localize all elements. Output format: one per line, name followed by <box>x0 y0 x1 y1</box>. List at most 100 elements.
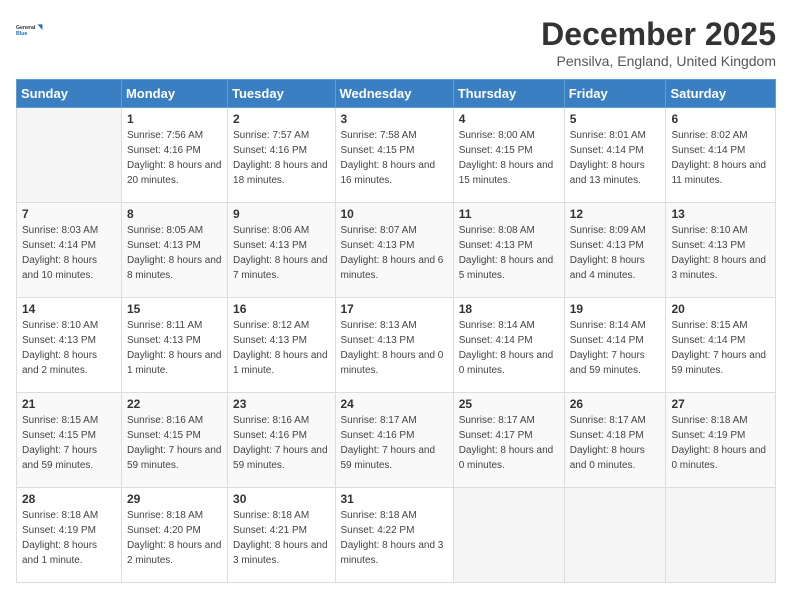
sunrise-text: Sunrise: 8:15 AM <box>671 320 747 331</box>
day-number: 2 <box>233 112 329 126</box>
day-info: Sunrise: 8:14 AM Sunset: 4:14 PM Dayligh… <box>570 318 661 378</box>
svg-text:Blue: Blue <box>16 31 27 37</box>
sunset-text: Sunset: 4:13 PM <box>341 335 415 346</box>
calendar-cell: 3 Sunrise: 7:58 AM Sunset: 4:15 PM Dayli… <box>335 108 453 203</box>
weekday-header-sunday: Sunday <box>17 80 122 108</box>
sunset-text: Sunset: 4:13 PM <box>570 240 644 251</box>
calendar-cell: 1 Sunrise: 7:56 AM Sunset: 4:16 PM Dayli… <box>121 108 227 203</box>
sunset-text: Sunset: 4:17 PM <box>459 430 533 441</box>
calendar-cell: 30 Sunrise: 8:18 AM Sunset: 4:21 PM Dayl… <box>228 488 335 583</box>
sunset-text: Sunset: 4:19 PM <box>671 430 745 441</box>
day-number: 27 <box>671 397 770 411</box>
sunset-text: Sunset: 4:15 PM <box>127 430 201 441</box>
day-number: 30 <box>233 492 329 506</box>
daylight-text: Daylight: 8 hours and 0 minutes. <box>341 350 444 376</box>
day-number: 9 <box>233 207 329 221</box>
sunrise-text: Sunrise: 8:15 AM <box>22 415 98 426</box>
weekday-header-wednesday: Wednesday <box>335 80 453 108</box>
daylight-text: Daylight: 8 hours and 15 minutes. <box>459 160 554 186</box>
calendar-cell: 17 Sunrise: 8:13 AM Sunset: 4:13 PM Dayl… <box>335 298 453 393</box>
daylight-text: Daylight: 8 hours and 11 minutes. <box>671 160 766 186</box>
daylight-text: Daylight: 7 hours and 59 minutes. <box>233 445 328 471</box>
daylight-text: Daylight: 7 hours and 59 minutes. <box>22 445 97 471</box>
sunrise-text: Sunrise: 8:18 AM <box>127 510 203 521</box>
daylight-text: Daylight: 8 hours and 20 minutes. <box>127 160 222 186</box>
sunset-text: Sunset: 4:21 PM <box>233 525 307 536</box>
sunset-text: Sunset: 4:14 PM <box>570 335 644 346</box>
day-number: 3 <box>341 112 448 126</box>
day-info: Sunrise: 8:03 AM Sunset: 4:14 PM Dayligh… <box>22 223 116 283</box>
sunrise-text: Sunrise: 8:07 AM <box>341 225 417 236</box>
day-info: Sunrise: 8:06 AM Sunset: 4:13 PM Dayligh… <box>233 223 329 283</box>
sunset-text: Sunset: 4:14 PM <box>459 335 533 346</box>
sunrise-text: Sunrise: 8:08 AM <box>459 225 535 236</box>
day-info: Sunrise: 8:11 AM Sunset: 4:13 PM Dayligh… <box>127 318 222 378</box>
day-info: Sunrise: 8:15 AM Sunset: 4:15 PM Dayligh… <box>22 413 116 473</box>
sunrise-text: Sunrise: 8:17 AM <box>341 415 417 426</box>
daylight-text: Daylight: 8 hours and 1 minute. <box>127 350 222 376</box>
sunrise-text: Sunrise: 8:10 AM <box>22 320 98 331</box>
day-info: Sunrise: 8:14 AM Sunset: 4:14 PM Dayligh… <box>459 318 559 378</box>
sunset-text: Sunset: 4:20 PM <box>127 525 201 536</box>
day-info: Sunrise: 8:18 AM Sunset: 4:21 PM Dayligh… <box>233 508 329 568</box>
daylight-text: Daylight: 8 hours and 2 minutes. <box>127 540 222 566</box>
sunset-text: Sunset: 4:13 PM <box>127 335 201 346</box>
daylight-text: Daylight: 8 hours and 13 minutes. <box>570 160 645 186</box>
daylight-text: Daylight: 8 hours and 0 minutes. <box>570 445 645 471</box>
sunrise-text: Sunrise: 8:13 AM <box>341 320 417 331</box>
day-number: 28 <box>22 492 116 506</box>
daylight-text: Daylight: 8 hours and 6 minutes. <box>341 255 444 281</box>
calendar-cell: 20 Sunrise: 8:15 AM Sunset: 4:14 PM Dayl… <box>666 298 776 393</box>
daylight-text: Daylight: 8 hours and 3 minutes. <box>233 540 328 566</box>
day-number: 6 <box>671 112 770 126</box>
day-number: 10 <box>341 207 448 221</box>
sunrise-text: Sunrise: 8:18 AM <box>671 415 747 426</box>
sunset-text: Sunset: 4:15 PM <box>341 145 415 156</box>
day-number: 19 <box>570 302 661 316</box>
sunrise-text: Sunrise: 8:18 AM <box>341 510 417 521</box>
sunset-text: Sunset: 4:13 PM <box>459 240 533 251</box>
day-number: 25 <box>459 397 559 411</box>
sunset-text: Sunset: 4:13 PM <box>233 335 307 346</box>
calendar-cell: 5 Sunrise: 8:01 AM Sunset: 4:14 PM Dayli… <box>564 108 666 203</box>
sunrise-text: Sunrise: 7:58 AM <box>341 130 417 141</box>
calendar-cell: 19 Sunrise: 8:14 AM Sunset: 4:14 PM Dayl… <box>564 298 666 393</box>
day-number: 8 <box>127 207 222 221</box>
daylight-text: Daylight: 8 hours and 0 minutes. <box>459 350 554 376</box>
weekday-header-saturday: Saturday <box>666 80 776 108</box>
sunrise-text: Sunrise: 8:18 AM <box>22 510 98 521</box>
daylight-text: Daylight: 7 hours and 59 minutes. <box>127 445 222 471</box>
day-number: 5 <box>570 112 661 126</box>
calendar-cell <box>453 488 564 583</box>
logo: GeneralBlue <box>16 16 44 44</box>
daylight-text: Daylight: 8 hours and 18 minutes. <box>233 160 328 186</box>
daylight-text: Daylight: 8 hours and 3 minutes. <box>341 540 444 566</box>
sunset-text: Sunset: 4:13 PM <box>233 240 307 251</box>
sunrise-text: Sunrise: 8:10 AM <box>671 225 747 236</box>
day-info: Sunrise: 8:16 AM Sunset: 4:16 PM Dayligh… <box>233 413 329 473</box>
daylight-text: Daylight: 8 hours and 1 minute. <box>22 540 97 566</box>
day-number: 23 <box>233 397 329 411</box>
sunrise-text: Sunrise: 8:12 AM <box>233 320 309 331</box>
day-info: Sunrise: 8:10 AM Sunset: 4:13 PM Dayligh… <box>671 223 770 283</box>
calendar-cell: 23 Sunrise: 8:16 AM Sunset: 4:16 PM Dayl… <box>228 393 335 488</box>
calendar-cell: 26 Sunrise: 8:17 AM Sunset: 4:18 PM Dayl… <box>564 393 666 488</box>
sunrise-text: Sunrise: 8:00 AM <box>459 130 535 141</box>
day-info: Sunrise: 8:18 AM Sunset: 4:19 PM Dayligh… <box>22 508 116 568</box>
day-info: Sunrise: 8:18 AM Sunset: 4:22 PM Dayligh… <box>341 508 448 568</box>
day-number: 20 <box>671 302 770 316</box>
calendar-cell: 14 Sunrise: 8:10 AM Sunset: 4:13 PM Dayl… <box>17 298 122 393</box>
sunset-text: Sunset: 4:13 PM <box>671 240 745 251</box>
daylight-text: Daylight: 8 hours and 0 minutes. <box>671 445 766 471</box>
calendar-week-row: 21 Sunrise: 8:15 AM Sunset: 4:15 PM Dayl… <box>17 393 776 488</box>
day-info: Sunrise: 8:00 AM Sunset: 4:15 PM Dayligh… <box>459 128 559 188</box>
day-info: Sunrise: 8:02 AM Sunset: 4:14 PM Dayligh… <box>671 128 770 188</box>
sunset-text: Sunset: 4:18 PM <box>570 430 644 441</box>
sunrise-text: Sunrise: 7:57 AM <box>233 130 309 141</box>
calendar-cell: 11 Sunrise: 8:08 AM Sunset: 4:13 PM Dayl… <box>453 203 564 298</box>
calendar-cell <box>666 488 776 583</box>
weekday-header-monday: Monday <box>121 80 227 108</box>
sunset-text: Sunset: 4:16 PM <box>127 145 201 156</box>
sunrise-text: Sunrise: 8:11 AM <box>127 320 202 331</box>
calendar-header: SundayMondayTuesdayWednesdayThursdayFrid… <box>17 80 776 108</box>
